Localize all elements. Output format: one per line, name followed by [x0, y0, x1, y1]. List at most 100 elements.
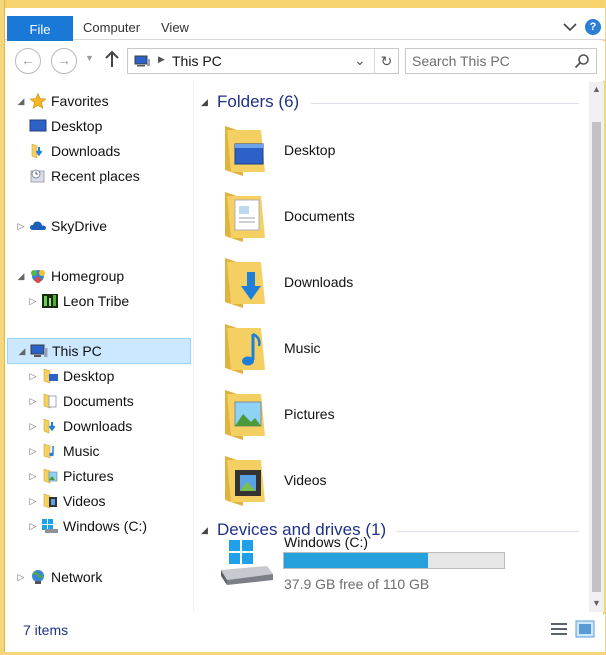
drive-icon — [42, 519, 58, 533]
scroll-down-icon[interactable]: ▼ — [592, 598, 601, 608]
folder-downloads[interactable]: Downloads — [215, 252, 575, 314]
music-folder-icon — [225, 324, 265, 374]
group-title: Folders (6) — [217, 92, 300, 111]
drive-windows-c[interactable]: Windows (C:) 37.9 GB free of 110 GB — [215, 530, 515, 594]
folder-label: Pictures — [284, 406, 335, 422]
homegroup-icon — [31, 270, 45, 283]
nav-item-label: Network — [51, 569, 103, 585]
folder-label: Documents — [284, 208, 355, 224]
folder-videos[interactable]: Videos — [215, 450, 575, 512]
pc-icon — [30, 344, 48, 357]
nav-item-windows-c[interactable]: ▷ Windows (C:) — [27, 514, 147, 538]
details-view-icon[interactable] — [549, 620, 569, 638]
videos-icon — [43, 493, 57, 509]
tab-computer[interactable]: Computer — [83, 20, 140, 35]
nav-item-recent-places[interactable]: Recent places — [27, 164, 140, 188]
drive-usage-fill — [284, 553, 429, 568]
large-icons-view-icon[interactable] — [575, 620, 595, 638]
search-input[interactable] — [412, 52, 562, 70]
nav-item-label: Videos — [63, 493, 106, 509]
nav-item-this-pc[interactable]: ◢ This PC — [7, 338, 191, 364]
folder-pictures[interactable]: Pictures — [215, 384, 575, 446]
scrollbar-thumb[interactable] — [592, 122, 601, 592]
folder-label: Downloads — [284, 274, 354, 290]
desktop-icon — [29, 119, 47, 132]
nav-item-homegroup[interactable]: ◢ Homegroup — [15, 264, 125, 288]
nav-item-label: This PC — [52, 343, 102, 359]
nav-item-pc-desktop[interactable]: ▷ Desktop — [27, 364, 115, 388]
folder-documents[interactable]: Documents — [215, 186, 575, 248]
expand-icon[interactable]: ▷ — [27, 521, 39, 532]
folders-group-header[interactable]: ◢ Folders (6) — [201, 92, 299, 112]
nav-item-pc-music[interactable]: ▷ Music — [27, 439, 100, 463]
skydrive-icon — [30, 221, 46, 230]
search-icon[interactable] — [574, 53, 590, 69]
nav-item-label: Leon Tribe — [63, 293, 130, 309]
vertical-scrollbar[interactable]: ▲ ▼ — [589, 82, 604, 612]
collapse-icon[interactable]: ◢ — [16, 346, 28, 357]
nav-item-pc-videos[interactable]: ▷ Videos — [27, 489, 106, 513]
user-icon — [42, 294, 58, 308]
nav-item-label: Music — [63, 443, 100, 459]
help-icon[interactable]: ? — [585, 19, 601, 35]
expand-icon[interactable]: ▷ — [27, 421, 39, 432]
drive-name: Windows (C:) — [284, 534, 369, 550]
scroll-up-icon[interactable]: ▲ — [592, 84, 601, 94]
pictures-icon — [43, 468, 58, 484]
collapse-icon[interactable]: ◢ — [15, 271, 27, 282]
expand-icon[interactable]: ▷ — [27, 446, 39, 457]
expand-icon[interactable]: ▷ — [27, 471, 39, 482]
nav-item-favorites[interactable]: ◢ Favorites — [15, 89, 109, 113]
videos-folder-icon — [225, 456, 265, 506]
folder-label: Videos — [284, 472, 327, 488]
address-bar[interactable]: ▶ This PC ⌄ ↻ — [127, 48, 399, 74]
breadcrumb-this-pc[interactable]: This PC — [172, 53, 222, 69]
expand-icon[interactable]: ▷ — [15, 221, 27, 232]
downloads-icon — [31, 143, 43, 159]
nav-item-desktop[interactable]: Desktop — [27, 114, 102, 138]
nav-item-label: Documents — [63, 393, 134, 409]
folder-music[interactable]: Music — [215, 318, 575, 380]
up-arrow-icon[interactable] — [105, 49, 119, 69]
pc-icon — [134, 55, 150, 67]
expand-ribbon-icon[interactable] — [561, 18, 579, 36]
expand-icon[interactable]: ▷ — [27, 396, 39, 407]
search-box[interactable] — [405, 48, 597, 74]
nav-item-label: Downloads — [51, 143, 121, 159]
nav-item-label: Desktop — [63, 368, 115, 384]
nav-item-label: SkyDrive — [51, 218, 108, 234]
drive-free-space: 37.9 GB free of 110 GB — [284, 576, 430, 592]
downloads-folder-icon — [225, 258, 265, 308]
nav-item-leon-tribe[interactable]: ▷ Leon Tribe — [27, 289, 130, 313]
nav-item-pc-downloads[interactable]: ▷ Downloads — [27, 414, 133, 438]
address-dropdown-icon[interactable]: ⌄ — [354, 52, 366, 69]
collapse-icon[interactable]: ◢ — [201, 97, 217, 108]
pane-splitter[interactable] — [193, 82, 194, 612]
tab-view[interactable]: View — [161, 20, 189, 35]
folder-desktop[interactable]: Desktop — [215, 120, 575, 182]
ribbon: File Computer View ? — [5, 8, 605, 46]
drive-usage-bar — [283, 552, 505, 569]
explorer-window: File Computer View ? ← → ▼ ▶ This PC ⌄ ↻ — [4, 0, 605, 652]
desktop-folder-icon — [225, 126, 265, 176]
nav-item-pc-documents[interactable]: ▷ Documents — [27, 389, 134, 413]
status-bar: 7 items — [5, 614, 605, 652]
documents-folder-icon — [225, 192, 265, 242]
nav-item-skydrive[interactable]: ▷ SkyDrive — [15, 214, 107, 238]
nav-item-downloads[interactable]: Downloads — [27, 139, 120, 163]
expand-icon[interactable]: ▷ — [27, 296, 39, 307]
group-divider — [311, 103, 579, 104]
nav-item-pc-pictures[interactable]: ▷ Pictures — [27, 464, 114, 488]
downloads-icon — [43, 418, 56, 434]
breadcrumb-separator-icon[interactable]: ▶ — [158, 54, 165, 65]
back-button[interactable]: ← — [15, 48, 41, 74]
recent-locations-chevron-icon[interactable]: ▼ — [85, 53, 94, 63]
expand-icon[interactable]: ▷ — [15, 572, 27, 583]
nav-item-network[interactable]: ▷ Network — [15, 565, 103, 589]
collapse-icon[interactable]: ◢ — [15, 96, 27, 107]
expand-icon[interactable]: ▷ — [27, 371, 39, 382]
refresh-button[interactable]: ↻ — [374, 49, 398, 73]
expand-icon[interactable]: ▷ — [27, 496, 39, 507]
nav-item-label: Favorites — [51, 93, 109, 109]
forward-button[interactable]: → — [51, 48, 77, 74]
